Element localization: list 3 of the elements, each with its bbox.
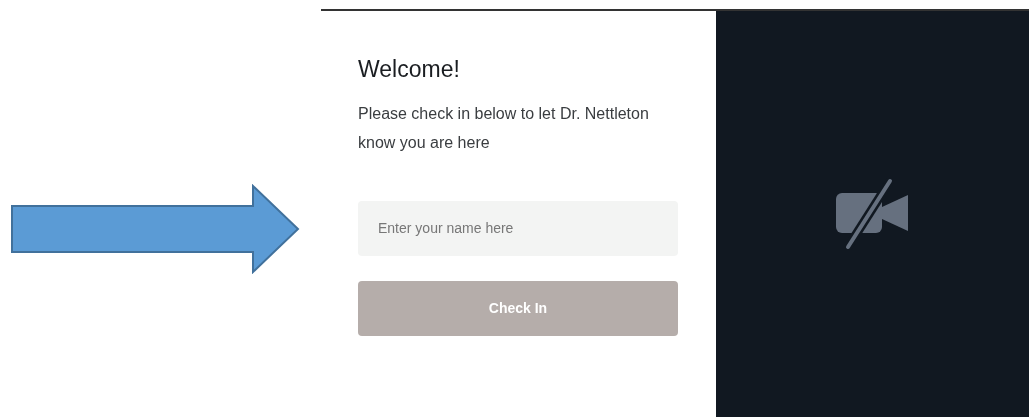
name-input-field[interactable]: Enter your name here bbox=[358, 200, 678, 256]
checkin-message: Please check in below to let Dr. Nettleton know you are here bbox=[358, 103, 650, 153]
welcome-title: Welcome! bbox=[358, 55, 460, 84]
